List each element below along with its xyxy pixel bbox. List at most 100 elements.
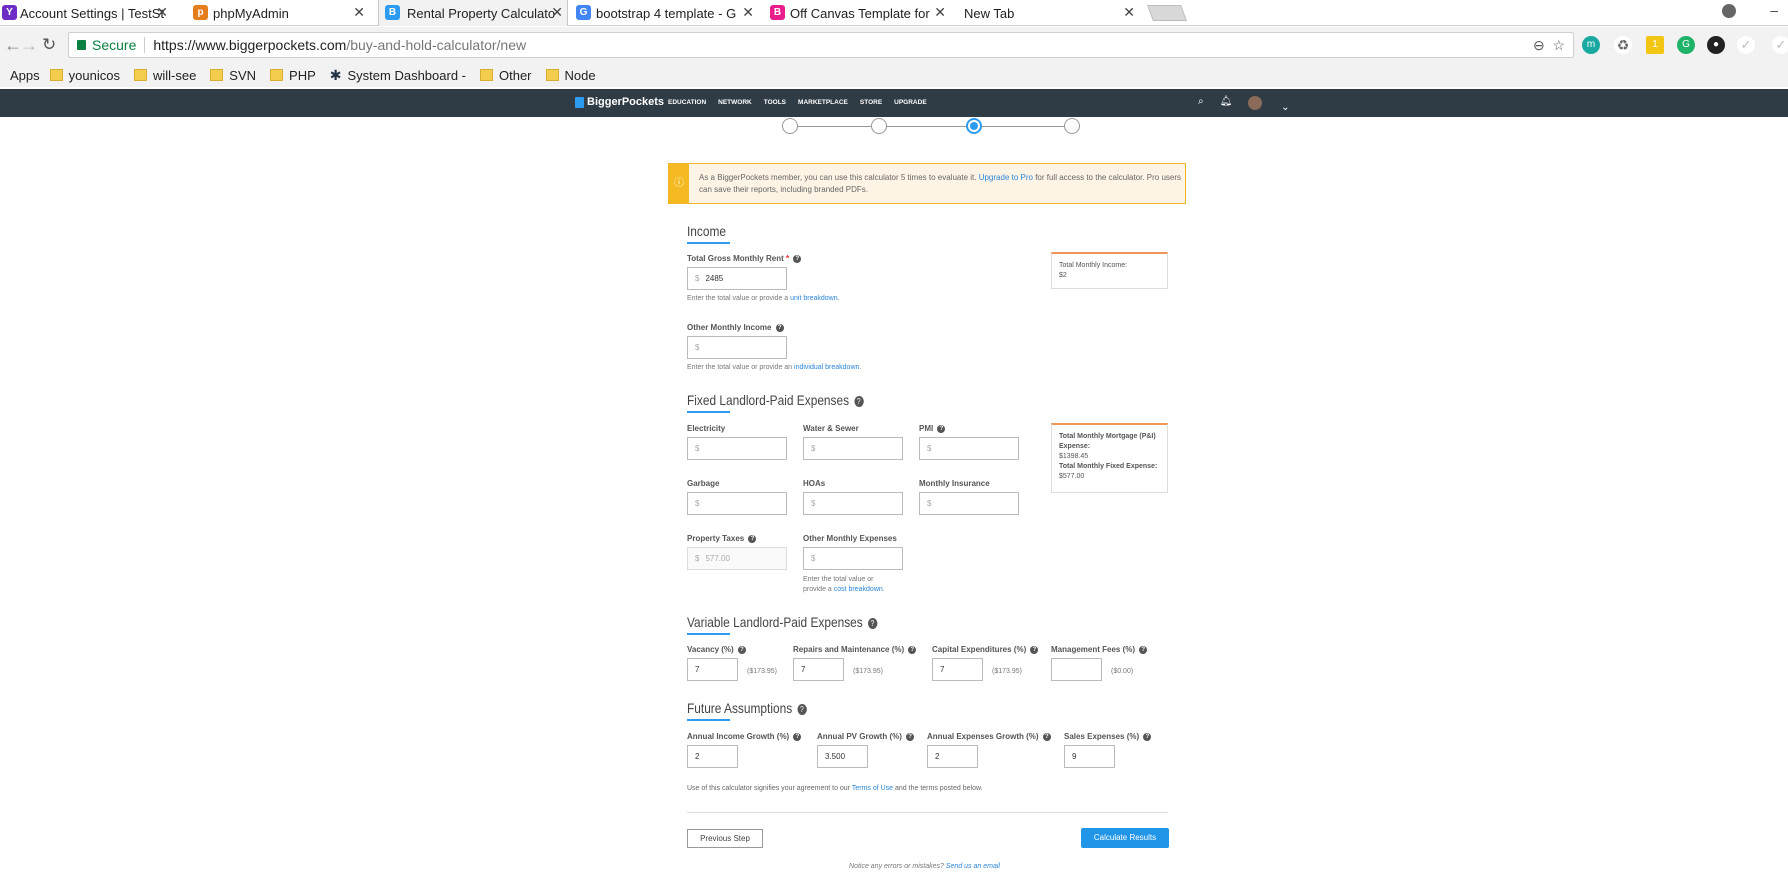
help-icon[interactable]: ?: [797, 703, 807, 715]
tab-new-tab[interactable]: New Tab ✕: [944, 0, 1139, 26]
grammarly-icon[interactable]: G: [1677, 36, 1695, 54]
tab-rental-calculator[interactable]: B Rental Property Calculato ✕: [378, 0, 568, 26]
bell-icon[interactable]: 🔔︎: [1220, 96, 1233, 113]
bookmark-will-see[interactable]: will-see: [133, 68, 196, 83]
capex-label: Capital Expenditures (%) ?: [932, 645, 1039, 654]
individual-breakdown-link[interactable]: individual breakdown: [794, 364, 859, 371]
help-icon[interactable]: ?: [737, 645, 746, 654]
tab-label: bootstrap 4 template - G: [596, 5, 737, 21]
step-2[interactable]: [871, 118, 887, 134]
bookmark-php[interactable]: PHP: [270, 68, 316, 83]
tab-bootstrap-search[interactable]: G bootstrap 4 template - G ✕: [576, 0, 758, 26]
help-icon[interactable]: ?: [1042, 732, 1051, 741]
folder-icon: [480, 69, 493, 81]
repairs-input[interactable]: 7: [793, 658, 844, 681]
dark-extension-icon[interactable]: ●: [1707, 36, 1725, 54]
close-icon[interactable]: ✕: [551, 4, 563, 21]
vacancy-input[interactable]: 7: [687, 658, 738, 681]
reload-icon[interactable]: ↻: [42, 35, 56, 55]
help-icon[interactable]: ?: [793, 732, 802, 741]
menu-tools[interactable]: TOOLS: [764, 99, 786, 106]
step-3-current[interactable]: [966, 118, 982, 134]
gross-rent-input[interactable]: $2485: [687, 267, 787, 290]
expenses-growth-input[interactable]: 2: [927, 745, 978, 768]
pmi-input[interactable]: $: [919, 437, 1019, 460]
menu-store[interactable]: STORE: [860, 99, 882, 106]
terms-of-use-link[interactable]: Terms of Use: [852, 785, 893, 792]
close-icon[interactable]: ✕: [742, 4, 754, 21]
help-icon[interactable]: ?: [908, 645, 917, 654]
bookmark-apps[interactable]: Apps: [10, 68, 40, 83]
avatar-menu[interactable]: ⌄: [1248, 96, 1289, 113]
help-icon[interactable]: ?: [748, 534, 757, 543]
tab-off-canvas[interactable]: B Off Canvas Template for ✕: [770, 0, 950, 26]
address-bar[interactable]: Secure https://www.biggerpockets.com/buy…: [68, 32, 1574, 58]
site-logo[interactable]: BiggerPockets: [575, 96, 664, 108]
bookmark-node[interactable]: Node: [545, 68, 596, 83]
garbage-input[interactable]: $: [687, 492, 787, 515]
help-icon[interactable]: ?: [775, 323, 784, 332]
other-income-input[interactable]: $: [687, 336, 787, 359]
send-email-link[interactable]: Send us an email: [946, 863, 1000, 870]
off-canvas-icon: B: [770, 5, 785, 20]
profile-icon[interactable]: [1722, 4, 1736, 18]
help-icon[interactable]: ?: [867, 617, 878, 629]
check-extension-icon-2[interactable]: ✓: [1772, 36, 1788, 54]
capex-input[interactable]: 7: [932, 658, 983, 681]
menu-marketplace[interactable]: MARKETPLACE: [798, 99, 848, 106]
bookmark-svn[interactable]: SVN: [210, 68, 256, 83]
menu-education[interactable]: EDUCATION: [668, 99, 706, 106]
management-fees-amount: ($0.00): [1111, 668, 1134, 675]
close-icon[interactable]: ✕: [156, 4, 168, 21]
previous-step-button[interactable]: Previous Step: [687, 829, 763, 848]
tab-phpmyadmin[interactable]: p phpMyAdmin ✕: [193, 0, 369, 26]
pv-growth-input[interactable]: 3.500: [817, 745, 868, 768]
hoas-input[interactable]: $: [803, 492, 903, 515]
cost-breakdown-link[interactable]: cost breakdown: [834, 586, 883, 593]
tab-label: New Tab: [964, 5, 1015, 21]
tab-account-settings[interactable]: Y Account Settings | TestSt ✕: [0, 0, 172, 26]
forward-icon[interactable]: →: [20, 35, 38, 56]
menu-network[interactable]: NETWORK: [718, 99, 752, 106]
new-tab-button[interactable]: [1147, 5, 1187, 21]
menu-upgrade[interactable]: UPGRADE: [894, 99, 927, 106]
summary-label: Total Monthly Fixed Expense:: [1059, 463, 1158, 470]
tab-label: Rental Property Calculato: [407, 5, 556, 21]
calculate-results-button[interactable]: Calculate Results: [1081, 828, 1169, 848]
minimize-icon[interactable]: –: [1770, 2, 1778, 18]
help-icon[interactable]: ?: [1143, 732, 1152, 741]
variable-expenses-title: Variable Landlord-Paid Expenses ?: [687, 614, 878, 630]
search-icon[interactable]: ⌕: [1198, 96, 1204, 113]
help-icon[interactable]: ?: [906, 732, 915, 741]
management-fees-input[interactable]: [1051, 658, 1102, 681]
bookmark-younicos[interactable]: younicos: [49, 68, 120, 83]
help-icon[interactable]: ?: [937, 424, 946, 433]
sales-expenses-input[interactable]: 9: [1064, 745, 1115, 768]
summary-value: $2: [1059, 272, 1067, 279]
m-extension-icon[interactable]: m: [1582, 36, 1600, 54]
bookmark-system-dashboard[interactable]: ✱ System Dashboard -: [330, 67, 466, 84]
close-icon[interactable]: ✕: [353, 4, 365, 21]
notes-extension-icon[interactable]: 1: [1646, 36, 1664, 54]
income-growth-input[interactable]: 2: [687, 745, 738, 768]
recycle-extension-icon[interactable]: ♻: [1614, 36, 1632, 54]
help-icon[interactable]: ?: [1030, 645, 1039, 654]
other-expenses-input[interactable]: $: [803, 547, 903, 570]
step-4[interactable]: [1064, 118, 1080, 134]
bookmark-other[interactable]: Other: [480, 68, 532, 83]
check-extension-icon[interactable]: ✓: [1737, 36, 1755, 54]
electricity-input[interactable]: $: [687, 437, 787, 460]
zoom-and-star-icons[interactable]: ⊖ ☆: [1533, 37, 1565, 54]
unit-breakdown-link[interactable]: unit breakdown: [790, 295, 837, 302]
bookmarks-bar: Apps younicos will-see SVN PHP ✱ System D…: [0, 63, 1788, 87]
folder-icon: [49, 69, 63, 81]
step-1[interactable]: [782, 118, 798, 134]
help-icon[interactable]: ?: [1139, 645, 1148, 654]
help-icon[interactable]: ?: [793, 254, 802, 263]
water-sewer-input[interactable]: $: [803, 437, 903, 460]
help-icon[interactable]: ?: [854, 395, 864, 407]
close-icon[interactable]: ✕: [1123, 4, 1135, 21]
insurance-input[interactable]: $: [919, 492, 1019, 515]
upgrade-link[interactable]: Upgrade to Pro: [979, 173, 1033, 182]
folder-icon: [133, 69, 147, 81]
